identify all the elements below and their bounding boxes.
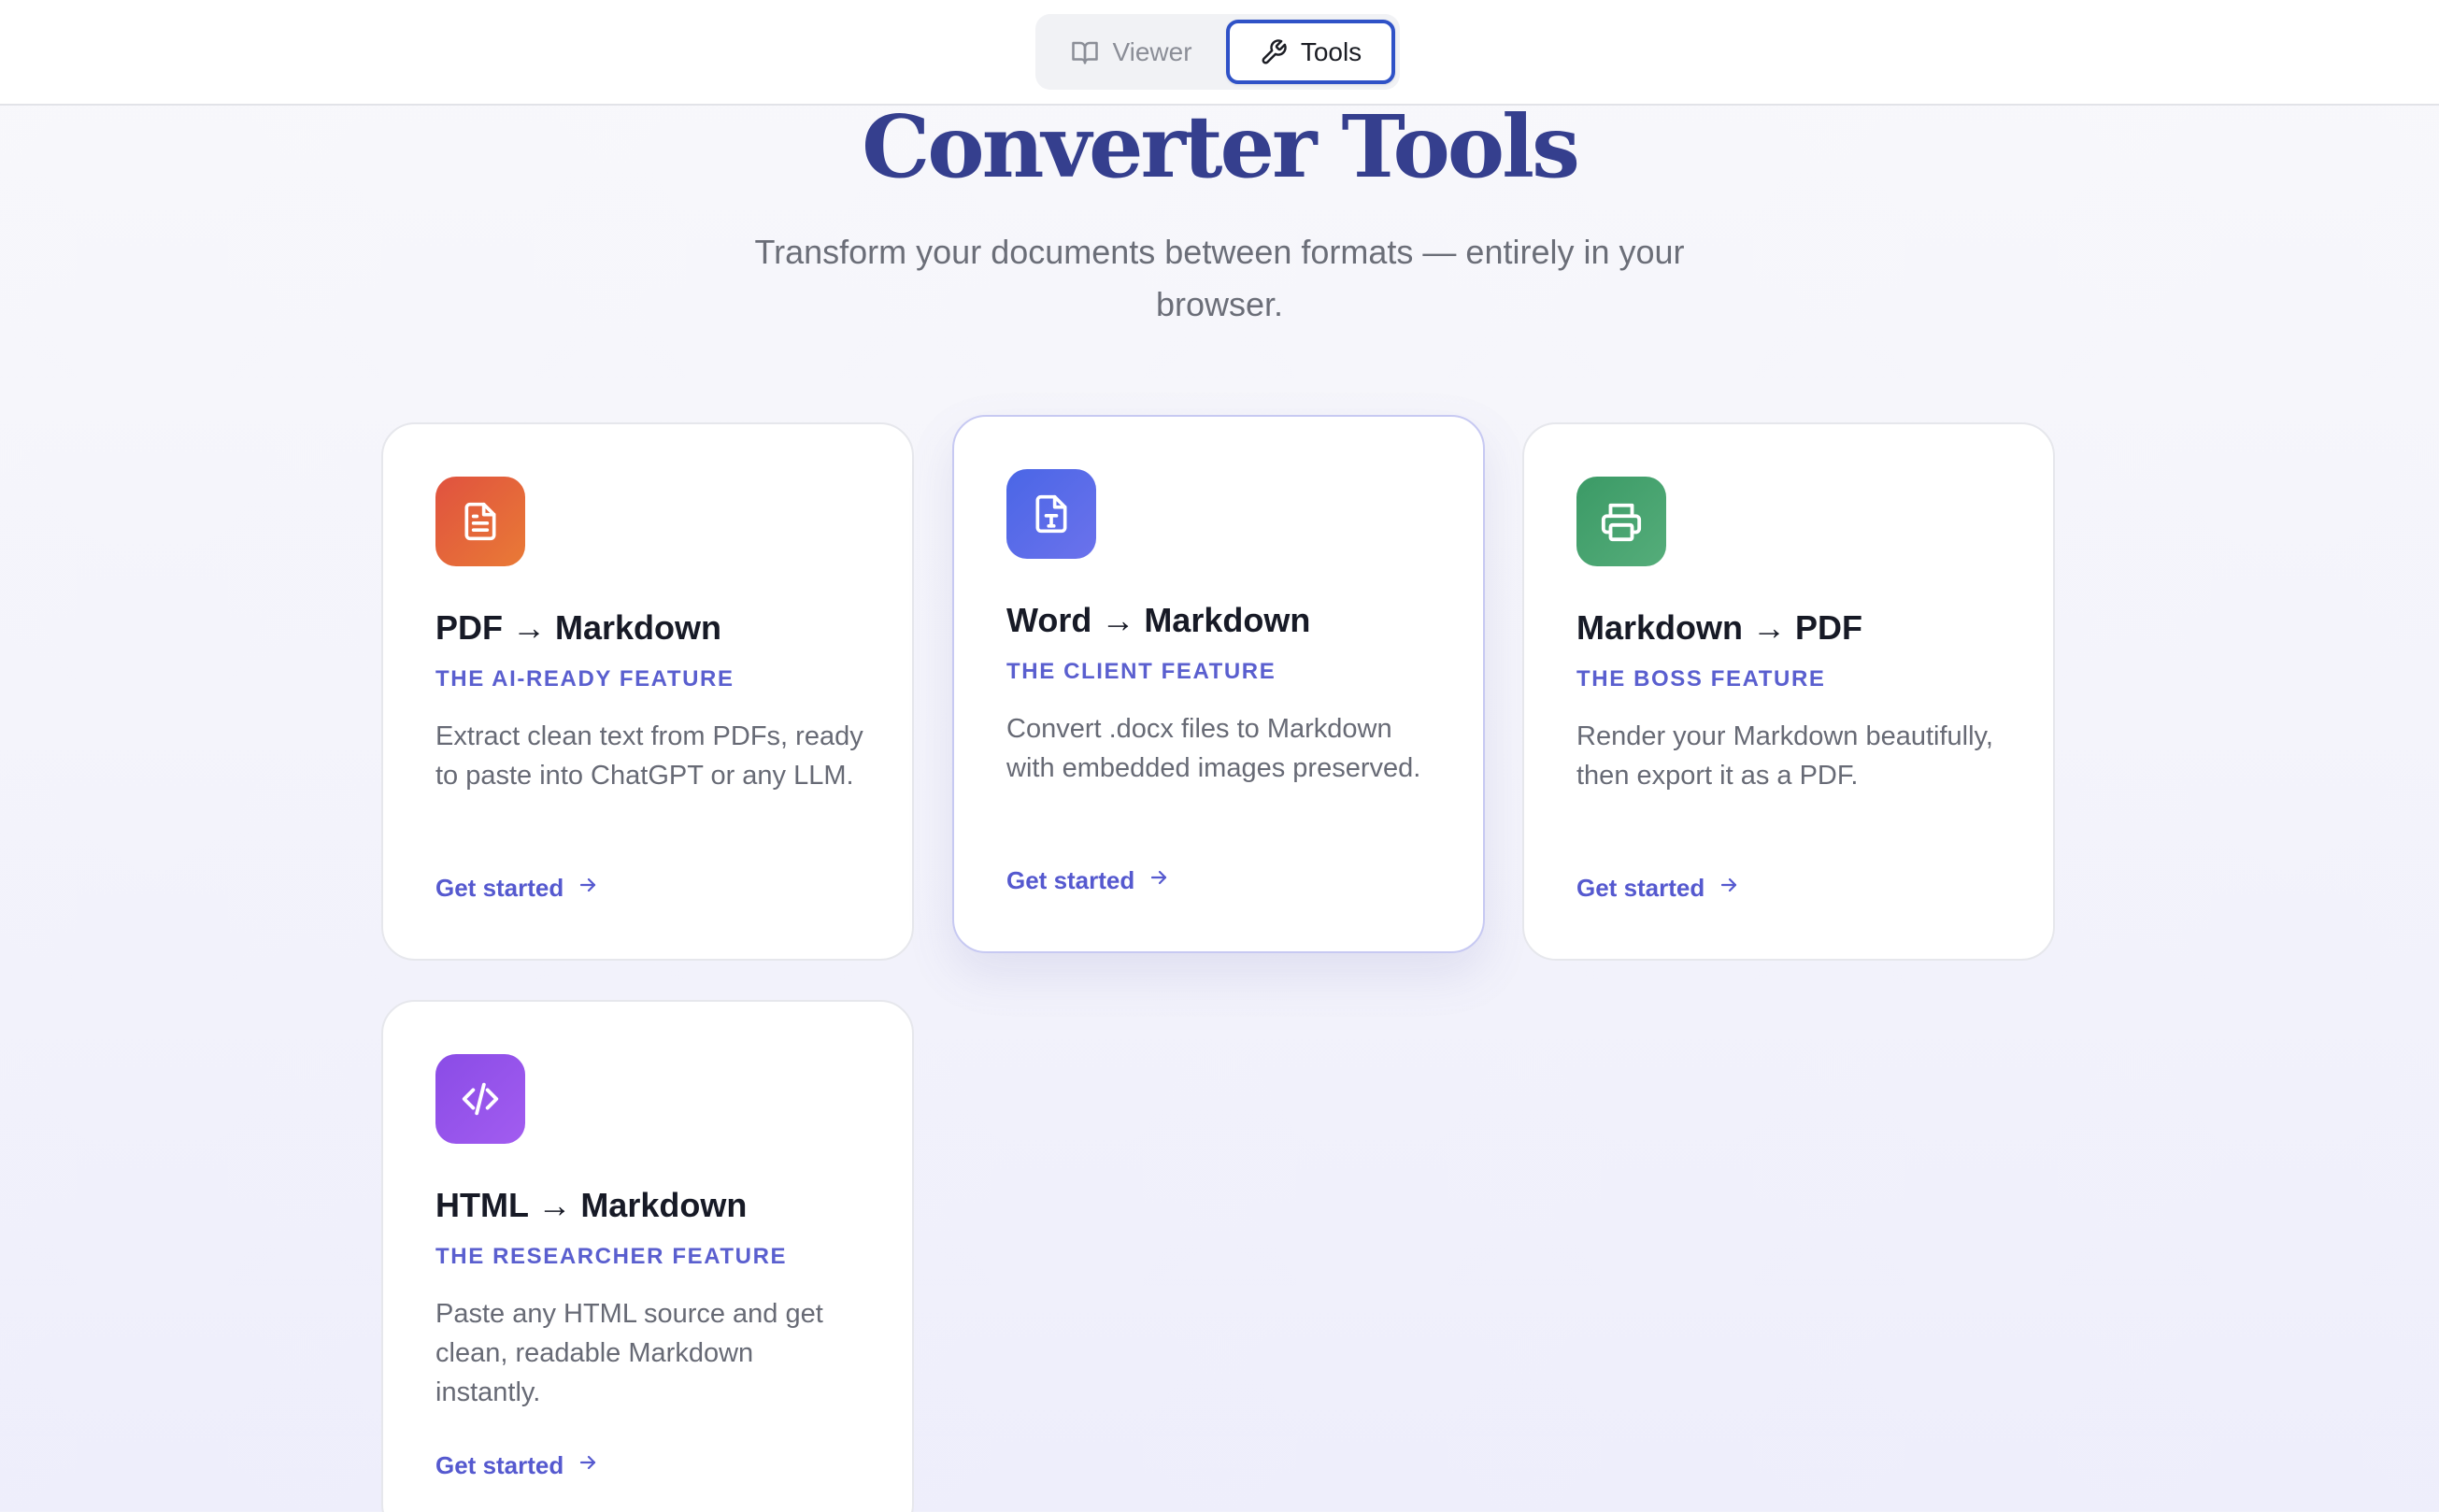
tab-tools-label: Tools	[1300, 36, 1362, 66]
card-title: Markdown → PDF	[1576, 608, 1863, 647]
file-text-icon	[435, 477, 525, 566]
wrench-icon	[1260, 38, 1288, 66]
card-tag: THE AI-READY FEATURE	[435, 666, 735, 692]
tool-card-markdown-to-pdf[interactable]: Markdown → PDF THE BOSS FEATURE Render y…	[1522, 422, 2055, 961]
card-description: Render your Markdown beautifully, then e…	[1576, 721, 1993, 791]
card-title: PDF → Markdown	[435, 608, 722, 647]
file-type-icon	[1006, 469, 1096, 559]
card-description: Extract clean text from PDFs, ready to p…	[435, 721, 863, 791]
tab-viewer[interactable]: Viewer	[1043, 20, 1220, 84]
arrow-right-icon	[1148, 866, 1170, 895]
card-tag: THE RESEARCHER FEATURE	[435, 1244, 788, 1269]
tab-viewer-label: Viewer	[1112, 36, 1192, 66]
arrow-right-icon	[1718, 874, 1740, 903]
card-title: HTML → Markdown	[435, 1186, 748, 1224]
page-title: Converter Tools	[862, 96, 1580, 197]
book-open-icon	[1071, 38, 1099, 66]
get-started-label: Get started	[1576, 874, 1705, 902]
card-tag: THE BOSS FEATURE	[1576, 666, 1826, 692]
tool-card-html-to-markdown[interactable]: HTML → Markdown THE RESEARCHER FEATURE P…	[381, 1000, 914, 1512]
card-description: Paste any HTML source and get clean, rea…	[435, 1299, 823, 1407]
get-started-link[interactable]: Get started	[435, 1451, 599, 1480]
arrow-right-icon	[577, 874, 599, 903]
get-started-label: Get started	[1006, 866, 1135, 894]
view-mode-switcher: Viewer Tools	[1035, 14, 1400, 90]
arrow-right-icon	[577, 1451, 599, 1480]
get-started-link[interactable]: Get started	[435, 874, 599, 903]
tool-card-pdf-to-markdown[interactable]: PDF → Markdown THE AI-READY FEATURE Extr…	[381, 422, 914, 961]
get-started-link[interactable]: Get started	[1006, 866, 1170, 895]
get-started-label: Get started	[435, 874, 564, 902]
card-tag: THE CLIENT FEATURE	[1006, 659, 1277, 684]
card-description: Convert .docx files to Markdown with emb…	[1006, 714, 1421, 783]
get-started-label: Get started	[435, 1451, 564, 1479]
code-icon	[435, 1054, 525, 1144]
tab-tools[interactable]: Tools	[1226, 20, 1395, 84]
get-started-link[interactable]: Get started	[1576, 874, 1740, 903]
printer-icon	[1576, 477, 1666, 566]
tool-card-word-to-markdown[interactable]: Word → Markdown THE CLIENT FEATURE Conve…	[952, 415, 1485, 953]
card-title: Word → Markdown	[1006, 601, 1311, 639]
page-subtitle: Transform your documents between formats…	[754, 233, 1685, 323]
